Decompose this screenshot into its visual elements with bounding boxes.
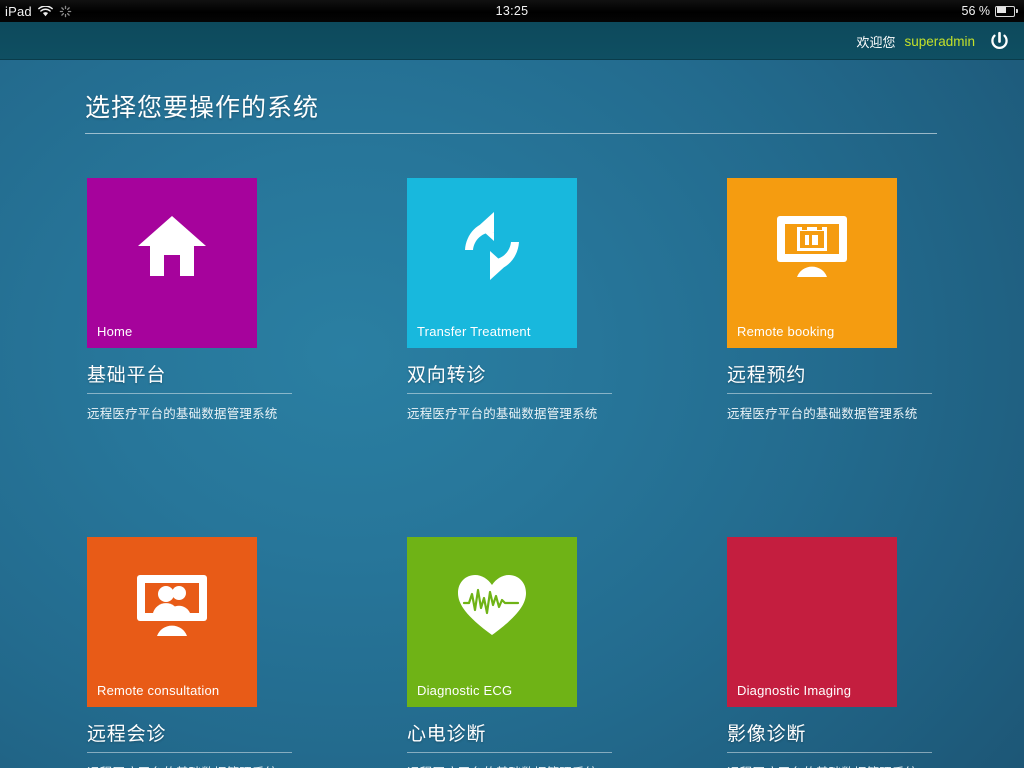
card-description: 远程医疗平台的基础数据管理系统 [407,762,612,768]
card-title: 影像诊断 [727,724,807,745]
tile-home[interactable]: Home [87,178,257,348]
tile-transfer-treatment[interactable]: Transfer Treatment [407,178,577,348]
battery-icon [995,5,1018,17]
power-icon[interactable] [988,30,1010,52]
transfer-arrows-icon [407,178,577,314]
missing-image-icon [727,537,897,673]
card-divider [407,752,612,753]
card-title: 心电诊断 [407,724,487,745]
status-bar-center: 13:25 [0,0,1024,22]
card-divider [87,752,292,753]
system-tiles-grid: Home 基础平台 远程医疗平台的基础数据管理系统 Transfer Treat… [87,178,932,768]
card-description: 远程医疗平台的基础数据管理系统 [407,407,598,421]
system-card-diagnostic-ecg[interactable]: Diagnostic ECG 心电诊断 远程医疗平台的基础数据管理系统 [407,537,612,768]
clock-label: 13:25 [495,4,529,18]
ios-status-bar: iPad 13:25 56 % [0,0,1024,22]
title-divider [85,133,937,134]
tile-label: Home [97,324,133,339]
card-title: 远程会诊 [87,724,167,745]
card-title: 双向转诊 [407,365,487,386]
app-screen: iPad 13:25 56 % 欢迎您 superadmin 选择您要操作的系统… [0,0,1024,768]
welcome-label: 欢迎您 [856,34,896,50]
monitor-people-icon [87,537,257,673]
page-title: 选择您要操作的系统 [85,94,320,122]
card-title: 基础平台 [87,365,167,386]
header-user-area: 欢迎您 superadmin [856,22,1010,60]
tile-diagnostic-imaging[interactable]: Diagnostic Imaging [727,537,897,707]
tile-remote-consultation[interactable]: Remote consultation [87,537,257,707]
monitor-calendar-icon [727,178,897,314]
card-description: 远程医疗平台的基础数据管理系统 [87,407,278,421]
tile-label: Transfer Treatment [417,324,531,339]
tile-label: Diagnostic ECG [417,683,513,698]
system-card-remote-booking[interactable]: Remote booking 远程预约 远程医疗平台的基础数据管理系统 [727,178,932,422]
card-description: 远程医疗平台的基础数据管理系统 [727,762,932,768]
tile-label: Remote booking [737,324,835,339]
heart-ecg-icon [407,537,577,673]
card-description: 远程医疗平台的基础数据管理系统 [87,762,292,768]
app-header: 欢迎您 superadmin [0,22,1024,60]
tile-remote-booking[interactable]: Remote booking [727,178,897,348]
tile-label: Diagnostic Imaging [737,683,852,698]
username-label[interactable]: superadmin [904,34,975,49]
card-divider [727,752,932,753]
system-card-diagnostic-imaging[interactable]: Diagnostic Imaging 影像诊断 远程医疗平台的基础数据管理系统 [727,537,932,768]
card-divider [407,393,612,394]
card-divider [727,393,932,394]
system-card-remote-consultation[interactable]: Remote consultation 远程会诊 远程医疗平台的基础数据管理系统 [87,537,292,768]
status-bar-right: 56 % [962,0,1019,22]
card-title: 远程预约 [727,365,807,386]
home-icon [87,178,257,314]
card-divider [87,393,292,394]
tile-diagnostic-ecg[interactable]: Diagnostic ECG [407,537,577,707]
system-card-home[interactable]: Home 基础平台 远程医疗平台的基础数据管理系统 [87,178,292,422]
system-card-transfer-treatment[interactable]: Transfer Treatment 双向转诊 远程医疗平台的基础数据管理系统 [407,178,612,422]
battery-percent-label: 56 % [961,4,991,18]
card-description: 远程医疗平台的基础数据管理系统 [727,407,918,421]
tile-label: Remote consultation [97,683,220,698]
